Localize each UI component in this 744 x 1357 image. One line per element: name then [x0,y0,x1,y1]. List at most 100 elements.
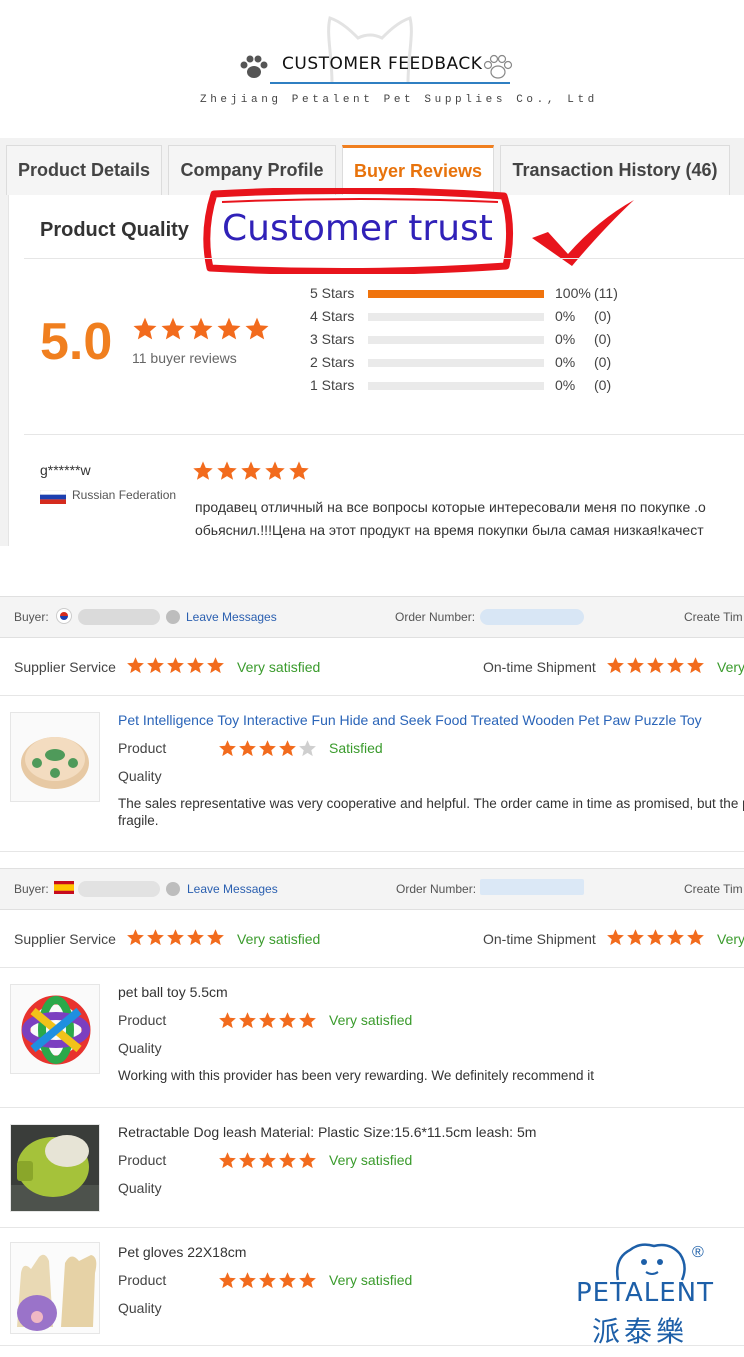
product-quality-label: Quality [118,1300,162,1316]
reviewer-name: g******w [40,462,91,478]
average-score: 5.0 [40,313,113,371]
ball-toy-image [21,995,91,1065]
star-filled-icon [259,1272,276,1289]
product-thumbnail[interactable] [10,984,100,1074]
star-filled-icon [207,929,224,946]
star-filled-icon [289,461,309,480]
rating-bar-count: (11) [594,285,618,301]
product-title[interactable]: Retractable Dog leash Material: Plastic … [118,1124,536,1140]
shipment-stars [606,928,705,950]
star-filled-icon [667,657,684,674]
star-filled-icon [239,1012,256,1029]
shipment-label: On-time Shipment [483,931,596,947]
rating-bar-label: 4 Stars [310,308,355,324]
redacted-buyer-name [78,881,160,897]
product-quality-label: Quality [118,768,162,784]
supplier-service-label: Supplier Service [14,659,116,675]
shipment-rating: Very [717,659,744,675]
star-filled-icon [647,657,664,674]
star-filled-icon [667,929,684,946]
reviewer-country: Russian Federation [72,488,177,502]
rating-bar-label: 1 Stars [310,377,355,393]
product-thumbnail[interactable] [10,712,100,802]
banner-divider [270,82,510,84]
message-icon[interactable] [166,610,180,624]
leave-messages-link[interactable]: Leave Messages [186,610,277,624]
rating-bar-track [368,359,544,367]
review-text-line: обьяснил.!!!Цена на этот продукт на врем… [195,522,704,538]
product-quality-stars [218,1151,317,1173]
shipment-label: On-time Shipment [483,659,596,675]
order-header: Buyer: Leave Messages Order Number: Crea… [0,868,744,910]
product-review: pet ball toy 5.5cm Product Quality Very … [0,968,744,1108]
star-filled-icon [259,740,276,757]
comment-line: The sales representative was very cooper… [118,796,744,811]
tab-transaction-history[interactable]: Transaction History (46) [500,145,730,195]
review-rating-stars [192,460,310,487]
product-title[interactable]: Pet gloves 22X18cm [118,1244,246,1260]
tab-product-details[interactable]: Product Details [6,145,162,195]
spain-flag-icon [54,881,74,894]
rating-bar-track [368,382,544,390]
rating-bar-percent: 0% [555,331,576,347]
product-thumbnail[interactable] [10,1124,100,1212]
stars-svg [127,929,224,946]
product-quality-heading: Product Quality [40,219,189,241]
star-filled-icon [127,657,144,674]
star-empty-icon [299,740,316,757]
star-filled-icon [259,1012,276,1029]
rating-bar-percent: 0% [555,354,576,370]
product-quality-label: Quality [118,1180,162,1196]
order-number-label: Order Number: [396,882,477,896]
create-time-label: Create Tim [684,882,743,896]
service-ratings-row: Supplier Service Very satisfied On-time … [0,638,744,696]
product-title-link[interactable]: Pet Intelligence Toy Interactive Fun Hid… [118,712,702,728]
rating-bar-count: (0) [594,377,612,393]
star-filled-icon [219,1012,236,1029]
stars-svg [607,929,704,946]
stars-svg [133,317,269,340]
rating-bar-count: (0) [594,331,612,347]
product-quality-stars [218,1271,317,1293]
rating-bar-label: 5 Stars [310,285,355,301]
service-ratings-row: Supplier Service Very satisfied On-time … [0,910,744,968]
product-quality-rating: Very satisfied [329,1012,413,1028]
petalent-logo: ® PETALENT 派泰樂 [572,1240,732,1348]
divider [24,258,744,259]
star-filled-icon [259,1152,276,1169]
star-filled-icon [217,461,237,480]
product-quality-stars [218,1011,317,1033]
product-thumbnail[interactable] [10,1242,100,1334]
stars-svg [193,461,309,480]
product-comment: The sales representative was very cooper… [118,795,744,829]
star-filled-icon [607,657,624,674]
redacted-order-number [480,879,584,895]
star-filled-icon [239,1272,256,1289]
star-filled-icon [193,461,213,480]
message-icon[interactable] [166,882,180,896]
divider [24,434,744,435]
star-filled-icon [187,657,204,674]
star-filled-icon [167,657,184,674]
product-review: Retractable Dog leash Material: Plastic … [0,1108,744,1228]
shipment-rating: Very [717,931,744,947]
leave-messages-link[interactable]: Leave Messages [187,882,278,896]
product-quality-label: Product [118,1012,167,1028]
star-filled-icon [147,657,164,674]
stars-svg [219,740,316,757]
rating-bar-count: (0) [594,354,612,370]
product-quality-rating: Very satisfied [329,1272,413,1288]
order-header: Buyer: Leave Messages Order Number: Crea… [0,596,744,638]
star-filled-icon [219,740,236,757]
customer-trust-text: Customer trust [222,208,493,249]
star-filled-icon [161,317,185,340]
review-text-line: продавец отличный на все вопросы которые… [195,499,706,515]
product-comment: Working with this provider has been very… [118,1067,744,1084]
product-quality-label: Quality [118,1040,162,1056]
puzzle-toy-image [21,737,89,789]
rating-bar-percent: 0% [555,377,576,393]
stars-svg [219,1152,316,1169]
paw-print-icon [240,55,268,78]
product-title[interactable]: pet ball toy 5.5cm [118,984,228,1000]
comment-line: Working with this provider has been very… [118,1068,594,1083]
